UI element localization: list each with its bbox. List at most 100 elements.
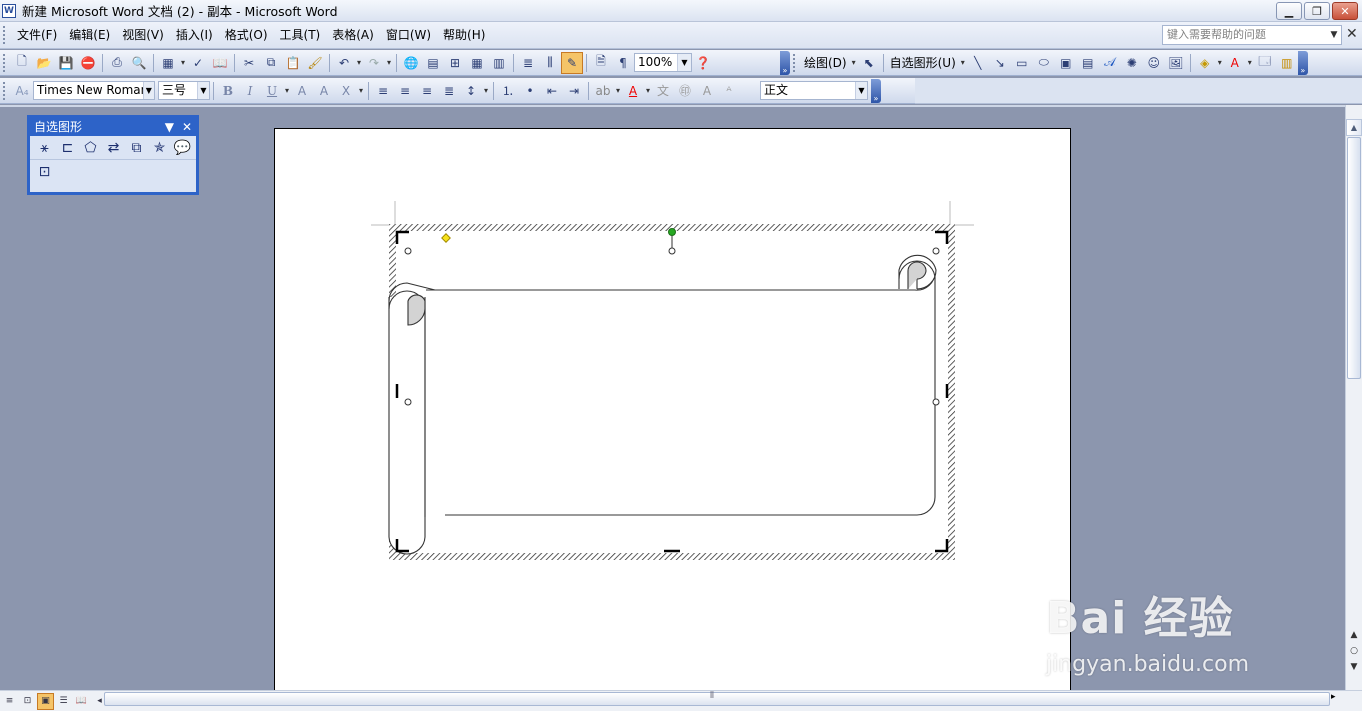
vertical-scrollbar[interactable]: ▲ ▲ ○ ▼ (1345, 105, 1362, 690)
horizontal-scroll-shape[interactable] (388, 254, 937, 555)
align-right-icon[interactable]: ≡ (416, 80, 438, 102)
menu-table[interactable]: 表格(A) (326, 25, 380, 45)
document-map-pane-icon[interactable]: 🗎 (590, 52, 612, 74)
insert-excel-icon[interactable]: ▦ (466, 52, 488, 74)
decrease-indent-icon[interactable]: ⇤ (541, 80, 563, 102)
help-search-input[interactable]: 键入需要帮助的问题 (1162, 25, 1342, 45)
previous-page-icon[interactable]: ▲ (1348, 630, 1360, 640)
toolbar-options-icon[interactable]: » (780, 50, 790, 75)
highlight-icon[interactable]: ab (592, 80, 614, 102)
bullets-icon[interactable]: • (519, 80, 541, 102)
justify-icon[interactable]: ≣ (438, 80, 460, 102)
menubar-grip[interactable] (3, 26, 7, 44)
columns-icon[interactable]: ▥ (488, 52, 510, 74)
diagram-icon[interactable]: ✺ (1121, 52, 1143, 74)
document-map-icon[interactable]: ⫼ (539, 52, 561, 74)
underline-icon[interactable]: U (261, 80, 283, 102)
picture-icon[interactable]: 🖼 (1165, 52, 1187, 74)
wordart-icon[interactable]: 𝒜 (1099, 52, 1121, 74)
text-box-icon[interactable]: ▣ (1055, 52, 1077, 74)
help-dropdown-icon[interactable]: ▼ (1327, 25, 1341, 45)
autoshapes-menu-button[interactable]: 自选图形(U) (887, 54, 959, 71)
lines-category-icon[interactable]: ⚹ (33, 137, 56, 159)
help-icon[interactable]: ❓ (692, 52, 714, 74)
line-color-icon[interactable]: A (1224, 52, 1246, 74)
increase-indent-icon[interactable]: ⇥ (563, 80, 585, 102)
line-icon[interactable]: ╲ (967, 52, 989, 74)
grow-font-icon[interactable]: A (696, 80, 718, 102)
permission-icon[interactable]: ⛔ (77, 52, 99, 74)
panel-options-icon[interactable]: ▼ (165, 118, 174, 136)
menu-edit[interactable]: 编辑(E) (63, 25, 116, 45)
italic-icon[interactable]: I (239, 80, 261, 102)
print-icon[interactable]: ⎙ (106, 52, 128, 74)
line-spacing-icon[interactable]: ↕ (460, 80, 482, 102)
hyperlink-icon[interactable]: 🌐 (400, 52, 422, 74)
style-select[interactable]: 正文 ▼ (760, 81, 868, 100)
styles-formatting-icon[interactable]: A₄ (11, 80, 33, 102)
char-border-icon[interactable]: A (291, 80, 313, 102)
show-formatting-icon[interactable]: ¶ (612, 52, 634, 74)
menu-window[interactable]: 窗口(W) (380, 25, 437, 45)
menu-format[interactable]: 格式(O) (219, 25, 274, 45)
redo-icon[interactable]: ↷ (363, 52, 385, 74)
minimize-button[interactable]: ▁ (1276, 2, 1302, 20)
close-button[interactable]: ✕ (1332, 2, 1358, 20)
flowchart-category-icon[interactable]: ⧉ (125, 137, 148, 159)
open-folder-icon[interactable]: 📂 (33, 52, 55, 74)
undo-icon[interactable]: ↶ (333, 52, 355, 74)
toolbar-grip[interactable] (3, 53, 7, 72)
browse-object-icon[interactable]: ○ (1348, 646, 1360, 656)
research-icon[interactable]: ▦ (157, 52, 179, 74)
normal-view-icon[interactable]: ≡ (1, 693, 18, 710)
copy-icon[interactable]: ⧉ (260, 52, 282, 74)
font-name-select[interactable]: Times New Roman ▼ (33, 81, 155, 100)
char-scaling-icon[interactable]: X (335, 80, 357, 102)
menu-insert[interactable]: 插入(I) (170, 25, 219, 45)
horizontal-scrollbar[interactable]: ⦀ (100, 691, 1340, 706)
drawing-toolbar-options-icon[interactable]: » (1297, 50, 1308, 75)
fill-color-icon[interactable]: ◈ (1194, 52, 1216, 74)
cut-icon[interactable]: ✂ (238, 52, 260, 74)
scroll-right-icon[interactable]: ▸ (1331, 692, 1336, 702)
research-book-icon[interactable]: 📖 (209, 52, 231, 74)
document-page[interactable] (274, 128, 1071, 698)
connectors-category-icon[interactable]: ⊏ (56, 137, 79, 159)
font-color-icon[interactable]: A (622, 80, 644, 102)
callouts-category-icon[interactable]: 💬 (171, 137, 194, 159)
stars-banners-category-icon[interactable]: ✯ (148, 137, 171, 159)
oval-icon[interactable]: ⬭ (1033, 52, 1055, 74)
enclose-characters-icon[interactable]: ㊞ (674, 80, 696, 102)
chart-icon[interactable]: ▥ (1276, 52, 1298, 74)
format-painter-icon[interactable]: 🖌 (304, 52, 326, 74)
menu-tools[interactable]: 工具(T) (274, 25, 327, 45)
word-app-icon[interactable]: W (2, 3, 16, 18)
paste-icon[interactable]: 📋 (282, 52, 304, 74)
arrow-icon[interactable]: ↘ (989, 52, 1011, 74)
phonetic-guide-icon[interactable]: 文 (652, 80, 674, 102)
print-preview-icon[interactable]: 🔍 (128, 52, 150, 74)
align-left-icon[interactable]: ≡ (372, 80, 394, 102)
more-autoshapes-icon[interactable]: ⊡ (33, 161, 56, 183)
vertical-text-box-icon[interactable]: ▤ (1077, 52, 1099, 74)
drawing-toggle-icon[interactable]: ✎ (561, 51, 583, 74)
block-arrows-category-icon[interactable]: ⇄ (102, 137, 125, 159)
restore-button[interactable]: ❐ (1304, 2, 1330, 20)
formatting-toolbar-options-icon[interactable]: » (871, 78, 881, 103)
align-center-icon[interactable]: ≡ (394, 80, 416, 102)
bold-icon[interactable]: B (217, 80, 239, 102)
basic-shapes-category-icon[interactable]: ⬠ (79, 137, 102, 159)
menu-file[interactable]: 文件(F) (11, 25, 63, 45)
tables-borders-icon[interactable]: ▤ (422, 52, 444, 74)
print-layout-icon[interactable]: ▣ (37, 692, 54, 710)
insert-table-icon[interactable]: ⊞ (444, 52, 466, 74)
menu-view[interactable]: 视图(V) (116, 25, 170, 45)
panel-close-icon[interactable]: ✕ (182, 118, 192, 136)
select-objects-icon[interactable]: ⬉ (858, 52, 880, 74)
char-shading-icon[interactable]: A (313, 80, 335, 102)
new-document-icon[interactable]: 🗋 (11, 52, 33, 74)
zoom-select[interactable]: 100% ▼ (634, 53, 692, 72)
columns-layout-icon[interactable]: ≣ (517, 52, 539, 74)
toolbar-grip[interactable] (3, 81, 7, 100)
shrink-font-icon[interactable]: ᴬ (718, 80, 740, 102)
